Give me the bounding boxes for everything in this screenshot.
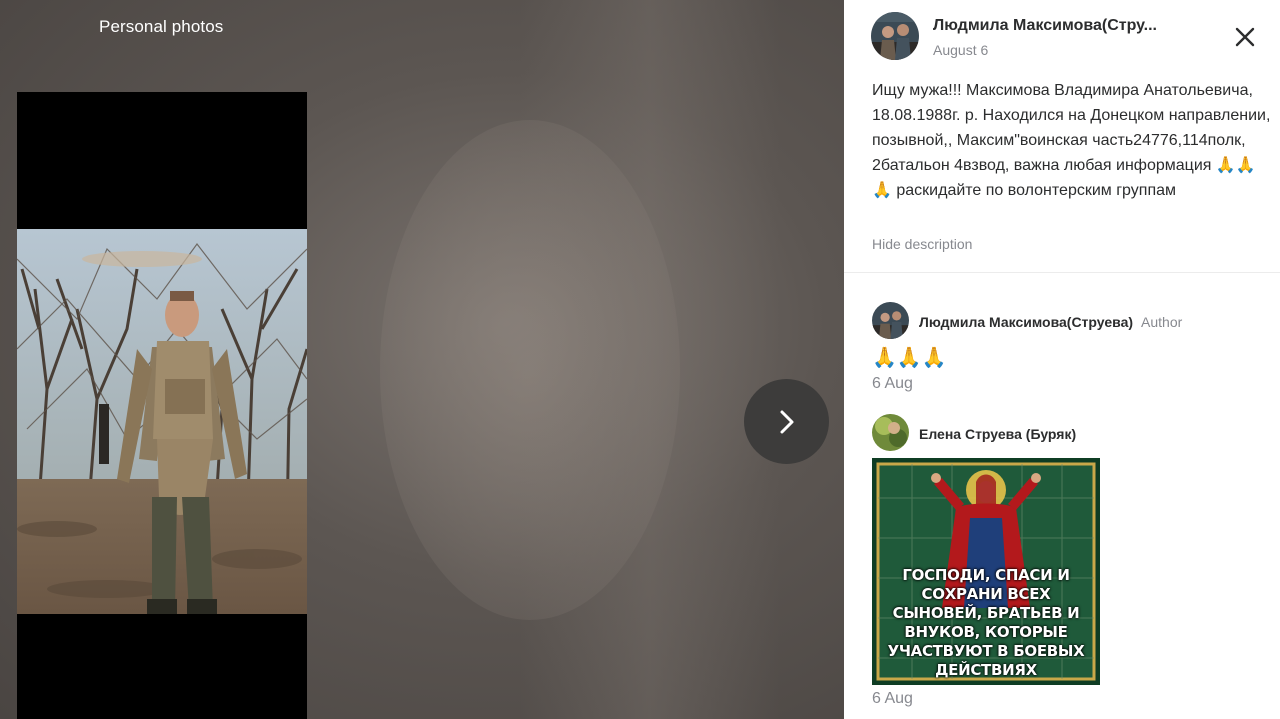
post-date: August 6	[933, 42, 989, 58]
avatar[interactable]	[872, 302, 909, 339]
next-photo-button[interactable]	[744, 379, 829, 464]
comment: Людмила Максимова(Струева) Author 🙏🙏🙏 6 A…	[872, 302, 1262, 402]
comment-image[interactable]: ГОСПОДИ, СПАСИ И СОХРАНИ ВСЕХ СЫНОВЕЙ, Б…	[872, 458, 1100, 685]
comment-author-name[interactable]: Людмила Максимова(Струева)	[919, 314, 1133, 330]
comment-date: 6 Aug	[872, 690, 913, 707]
photo[interactable]	[17, 92, 307, 719]
close-icon[interactable]	[1234, 26, 1256, 48]
author-badge: Author	[1141, 314, 1183, 330]
hide-description-link[interactable]: Hide description	[872, 236, 972, 252]
post-header: Людмила Максимова(Стру... August 6	[871, 12, 1261, 60]
comment-date: 6 Aug	[872, 375, 913, 392]
comment: Елена Струева (Буряк) ГОСПОДИ, СПАСИ И С…	[872, 414, 1262, 714]
post-panel: Людмила Максимова(Стру... August 6 Ищу м…	[844, 0, 1280, 719]
background-blur	[520, 0, 780, 719]
post-description: Ищу мужа!!! Максимова Владимира Анатолье…	[872, 82, 1271, 199]
comment-text: 🙏🙏🙏	[872, 347, 947, 369]
chevron-right-icon	[780, 410, 793, 433]
photo-image	[17, 229, 307, 614]
post-author-name[interactable]: Людмила Максимова(Стру...	[933, 17, 1157, 35]
divider	[844, 272, 1280, 273]
comment-image-caption: ГОСПОДИ, СПАСИ И СОХРАНИ ВСЕХ СЫНОВЕЙ, Б…	[887, 566, 1085, 679]
avatar[interactable]	[871, 12, 919, 60]
album-title[interactable]: Personal photos	[99, 17, 223, 37]
comment-author[interactable]: Людмила Максимова(Струева) Author	[919, 314, 1182, 330]
photo-viewer: Personal photos	[0, 0, 844, 719]
avatar[interactable]	[872, 414, 909, 451]
comment-author-name[interactable]: Елена Струева (Буряк)	[919, 426, 1076, 442]
